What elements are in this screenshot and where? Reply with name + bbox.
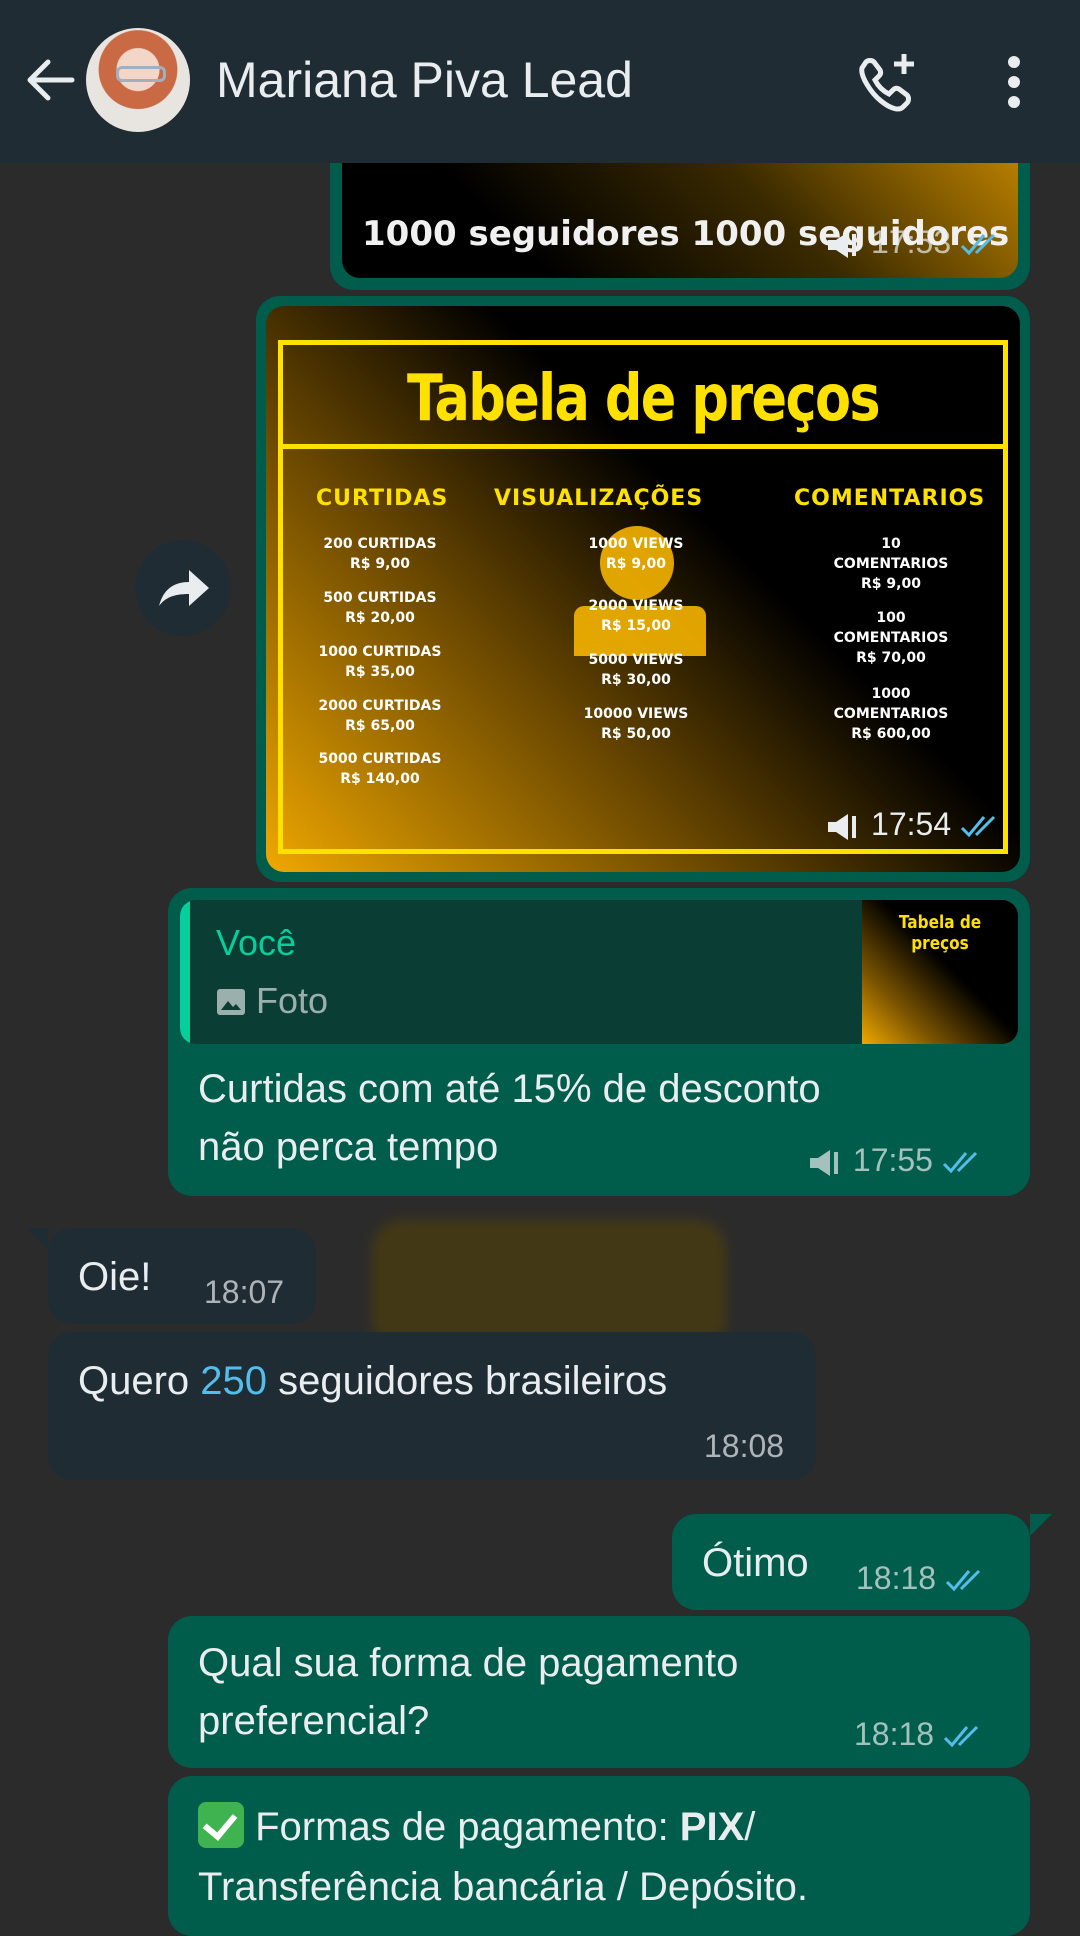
quote-thumbnail: Tabela de preços — [862, 900, 1018, 1044]
image-divider — [278, 444, 1008, 449]
outgoing-message[interactable]: Qual sua forma de pagamento preferencial… — [168, 1616, 1030, 1768]
price-item: 5000 VIEWS R$ 30,00 — [588, 652, 684, 688]
double-check-icon — [960, 815, 996, 837]
message-text-part: Formas de pagamento: — [255, 1805, 680, 1849]
price-item: 2000 CURTIDAS R$ 65,00 — [318, 698, 442, 734]
price-item: 200 CURTIDAS R$ 9,00 — [323, 536, 437, 572]
column-head-curtidas: CURTIDAS — [316, 486, 449, 511]
contact-name[interactable]: Mariana Piva Lead — [216, 48, 633, 112]
more-vert-icon — [1008, 56, 1020, 108]
price-item: 500 CURTIDAS R$ 20,00 — [323, 590, 437, 626]
message-time: 18:18 — [856, 1560, 989, 1597]
back-button[interactable] — [22, 52, 78, 108]
price-table-title: Tabela de preços — [407, 362, 881, 436]
time-label: 18:08 — [704, 1428, 785, 1464]
message-text: Transferência bancária / Depósito. — [198, 1865, 808, 1909]
forward-button[interactable] — [135, 540, 231, 636]
price-item: 1000 VIEWS R$ 9,00 — [588, 536, 684, 572]
time-label: 17:55 — [852, 1142, 933, 1178]
outgoing-message[interactable]: Ótimo 18:18 — [672, 1514, 1030, 1610]
time-label: 18:18 — [854, 1716, 935, 1752]
message-text-bold: PIX — [679, 1805, 745, 1849]
chat-header: Mariana Piva Lead — [0, 0, 1080, 163]
double-check-icon — [943, 1725, 979, 1747]
quote-type: Foto — [216, 980, 328, 1022]
price-item: 10 COMENTARIOS R$ 9,00 — [833, 536, 949, 592]
bubble-tail — [1030, 1514, 1052, 1536]
price-item: 2000 VIEWS R$ 15,00 — [588, 598, 684, 634]
bubble-tail — [26, 1228, 48, 1250]
contact-avatar[interactable] — [86, 28, 190, 132]
price-table-image[interactable]: Tabela de preços CURTIDAS VISUALIZAÇÕES … — [266, 306, 1020, 872]
price-item: 1000 COMENTARIOS R$ 600,00 — [833, 686, 949, 742]
quote-author: Você — [216, 922, 297, 963]
double-check-icon — [945, 1569, 981, 1591]
double-check-icon — [942, 1151, 977, 1173]
price-item: 5000 CURTIDAS R$ 140,00 — [318, 751, 442, 787]
image-message-price-table[interactable]: Tabela de preços CURTIDAS VISUALIZAÇÕES … — [256, 296, 1030, 882]
number-link[interactable]: 250 — [200, 1359, 267, 1403]
message-text: Curtidas com até 15% de desconto — [198, 1067, 821, 1111]
message-time: 18:18 — [854, 1716, 987, 1753]
background-blur — [372, 1220, 726, 1336]
speaker-icon — [810, 1149, 838, 1176]
outgoing-message[interactable]: Formas de pagamento: PIX/ Transferência … — [168, 1776, 1030, 1936]
quote-accent-bar — [180, 900, 190, 1044]
quote-thumbnail-title: Tabela de preços — [898, 912, 982, 954]
message-text-part: Quero — [78, 1359, 201, 1403]
price-item: 1000 CURTIDAS R$ 35,00 — [318, 644, 442, 680]
message-time: 17:55 — [806, 1142, 986, 1180]
check-mark-emoji-icon — [198, 1802, 244, 1848]
chat-area[interactable]: 1000 seguidores 1000 seguidores 17:53 Ta… — [0, 0, 1080, 1936]
column-head-comentarios: COMENTARIOS — [794, 486, 986, 511]
quoted-message[interactable]: Você Foto Tabela de preços — [180, 900, 1018, 1044]
speaker-icon — [828, 231, 857, 258]
message-text: preferencial? — [198, 1699, 430, 1743]
incoming-message[interactable]: Oie! 18:07 — [48, 1228, 316, 1324]
column-head-visualizacoes: VISUALIZAÇÕES — [494, 486, 704, 511]
message-text: Quero 250 seguidores brasileiros — [78, 1356, 667, 1406]
message-time: 17:54 — [824, 806, 1004, 844]
forward-icon — [159, 570, 209, 606]
price-item: 100 COMENTARIOS R$ 70,00 — [833, 610, 949, 666]
speaker-icon — [828, 813, 857, 840]
message-time: 17:53 — [824, 224, 1004, 262]
message-text: Oie! — [78, 1255, 152, 1299]
double-check-icon — [960, 233, 996, 255]
message-text: Qual sua forma de pagamento — [198, 1641, 739, 1685]
incoming-message[interactable]: Quero 250 seguidores brasileiros 18:08 — [48, 1332, 816, 1480]
time-label: 18:18 — [856, 1560, 937, 1596]
arrow-left-icon — [27, 59, 75, 101]
time-label: 17:54 — [871, 806, 952, 842]
photo-icon — [217, 989, 245, 1015]
message-text: Formas de pagamento: PIX/ — [198, 1802, 755, 1852]
message-text-part: / — [744, 1805, 756, 1849]
add-call-button[interactable] — [856, 50, 920, 114]
quote-type-label: Foto — [256, 980, 329, 1021]
message-text-part: seguidores brasileiros — [267, 1359, 668, 1403]
message-text: Ótimo — [702, 1541, 809, 1585]
time-label: 18:07 — [204, 1274, 285, 1310]
message-text: não perca tempo — [198, 1125, 499, 1169]
time-label: 17:53 — [871, 224, 952, 260]
more-options-button[interactable] — [1000, 50, 1028, 114]
price-item: 10000 VIEWS R$ 50,00 — [583, 706, 689, 742]
add-call-icon — [859, 54, 914, 112]
